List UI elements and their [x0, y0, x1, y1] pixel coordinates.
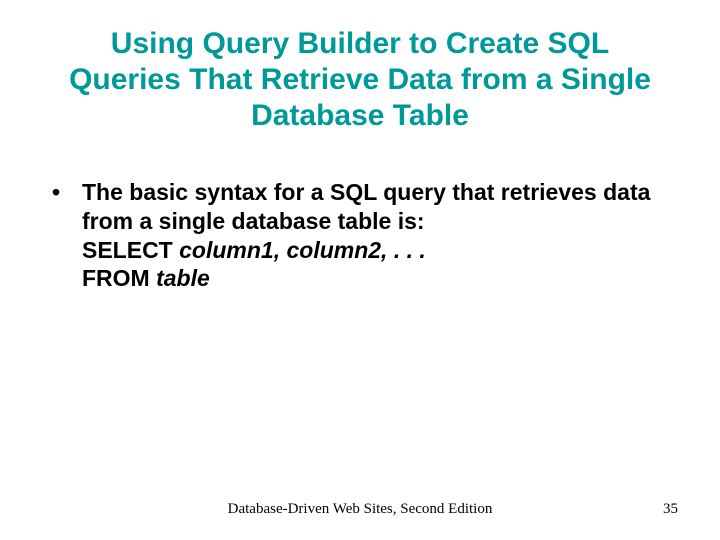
select-columns: column1, column2, . . . — [179, 237, 426, 263]
bullet-line-intro: The basic syntax for a SQL query that re… — [82, 178, 660, 236]
page-number: 35 — [663, 501, 678, 518]
bullet-marker: • — [52, 178, 82, 293]
bullet-text: The basic syntax for a SQL query that re… — [82, 178, 660, 293]
bullet-line-select: SELECT column1, column2, . . . — [82, 236, 660, 265]
from-table: table — [156, 265, 210, 291]
slide-title: Using Query Builder to Create SQL Querie… — [0, 26, 720, 134]
bullet-line-from: FROM table — [82, 264, 660, 293]
bullet-item: • The basic syntax for a SQL query that … — [52, 178, 660, 293]
slide-body: • The basic syntax for a SQL query that … — [52, 178, 660, 293]
footer-text: Database-Driven Web Sites, Second Editio… — [0, 501, 720, 518]
slide: Using Query Builder to Create SQL Querie… — [0, 0, 720, 540]
select-keyword: SELECT — [82, 237, 179, 263]
from-keyword: FROM — [82, 265, 156, 291]
